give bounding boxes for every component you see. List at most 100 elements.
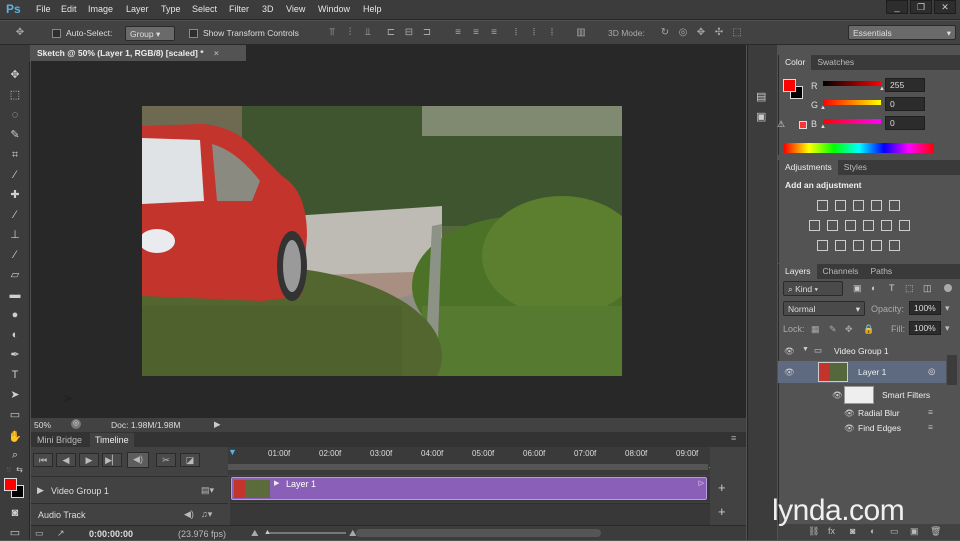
vibrance-icon[interactable]	[809, 220, 820, 231]
layer-row-radial-blur[interactable]: 👁 Radial Blur ≡	[778, 406, 946, 421]
align-left-icon[interactable]: ⊏	[385, 27, 397, 39]
gradient-triangle-icon[interactable]	[889, 200, 900, 211]
filter-options-icon[interactable]: ≡	[928, 422, 933, 432]
eraser-tool-icon[interactable]: ▱	[7, 267, 23, 283]
foreground-color-swatch[interactable]	[4, 478, 17, 491]
auto-align-icon[interactable]: ▥	[575, 27, 587, 39]
visibility-eye-icon[interactable]: 👁	[844, 408, 855, 419]
layer-row-video-group[interactable]: 👁 ▼ ▭ Video Group 1	[778, 341, 946, 361]
auto-select-checkbox[interactable]	[52, 29, 61, 38]
close-tab-icon[interactable]: ×	[214, 48, 219, 58]
channel-b-slider[interactable]	[823, 119, 881, 124]
tab-layers[interactable]: Layers	[779, 264, 817, 279]
distribute-top-icon[interactable]: ≡	[452, 27, 464, 39]
swap-colors-icon[interactable]: ◾ ⇆	[4, 465, 26, 475]
menu-filter[interactable]: Filter	[229, 4, 249, 14]
workspace-dropdown[interactable]: Essentials ▾	[848, 25, 956, 40]
canvas-image[interactable]	[142, 106, 622, 376]
3d-pan-icon[interactable]: ✥	[695, 27, 707, 39]
visibility-eye-icon[interactable]: 👁	[784, 346, 795, 357]
layers-scrollbar[interactable]	[947, 355, 957, 385]
history-brush-tool-icon[interactable]: ⁄	[7, 247, 23, 263]
add-media-video-icon[interactable]: +	[718, 480, 726, 495]
menu-select[interactable]: Select	[192, 4, 217, 14]
clip-expand-icon[interactable]: ▶	[274, 479, 279, 487]
timeline-zoom-slider[interactable]	[266, 532, 346, 534]
opacity-arrow-icon[interactable]: ▾	[945, 303, 950, 314]
filter-toggle[interactable]	[944, 284, 952, 292]
blend-mode-dropdown[interactable]: Normal ▾	[783, 301, 865, 316]
channel-r-value[interactable]: 255	[885, 78, 925, 92]
distribute-vcenter-icon[interactable]: ≡	[470, 27, 482, 39]
invert-icon[interactable]	[817, 240, 828, 251]
marquee-tool-icon[interactable]: ⬚	[7, 87, 23, 103]
visibility-eye-icon[interactable]: 👁	[784, 367, 795, 378]
panel-menu-icon[interactable]: ≡	[731, 433, 736, 443]
zoom-tool-icon[interactable]: ⌕	[7, 447, 23, 463]
document-tab[interactable]: Sketch @ 50% (Layer 1, RGB/8) [scaled] *…	[31, 45, 246, 61]
status-arrow-icon[interactable]: ▶	[214, 419, 221, 430]
brush-tool-icon[interactable]: ⁄	[7, 207, 23, 223]
distribute-left-icon[interactable]: ⦙	[510, 27, 522, 39]
quick-mask-icon[interactable]: ◙	[7, 505, 23, 521]
posterize-icon[interactable]	[835, 240, 846, 251]
lasso-tool-icon[interactable]: ◌	[7, 107, 23, 123]
distribute-bottom-icon[interactable]: ≡	[488, 27, 500, 39]
menu-help[interactable]: Help	[363, 4, 382, 14]
rectangle-tool-icon[interactable]: ▭	[7, 407, 23, 423]
new-layer-icon[interactable]: ▣	[910, 526, 919, 537]
mute-audio-icon[interactable]: ◀)	[127, 452, 149, 468]
audio-note-icon[interactable]: ♫▾	[201, 509, 212, 520]
align-vcenter-icon[interactable]: ⫶	[344, 27, 356, 39]
lock-position-icon[interactable]: ✥	[845, 324, 853, 335]
align-right-icon[interactable]: ⊐	[421, 27, 433, 39]
distribute-right-icon[interactable]: ⦙	[546, 27, 558, 39]
opacity-field[interactable]: 100%	[909, 301, 941, 315]
channel-b-value[interactable]: 0	[885, 116, 925, 130]
photo-filter-icon[interactable]	[881, 220, 892, 231]
channel-b-thumb-icon[interactable]: ▲	[820, 124, 826, 130]
align-bottom-icon[interactable]: ⫫	[362, 27, 374, 39]
add-media-audio-icon[interactable]: +	[718, 504, 726, 519]
menu-file[interactable]: File	[36, 4, 51, 14]
crop-tool-icon[interactable]: ⌗	[7, 147, 23, 163]
clip-end-icon[interactable]: ▷	[699, 479, 704, 487]
3d-scale-icon[interactable]: ⬚	[731, 27, 743, 39]
video-clip[interactable]: ▶ Layer 1 ▷	[231, 477, 707, 500]
tab-timeline[interactable]: Timeline	[90, 433, 134, 447]
timeline-scrollbar[interactable]	[356, 529, 601, 537]
lock-image-icon[interactable]: ✎	[829, 324, 837, 335]
show-transform-checkbox[interactable]	[189, 29, 198, 38]
gradient-map-icon[interactable]	[871, 240, 882, 251]
time-ruler[interactable]: 01:00f 02:00f 03:00f 04:00f 05:00f 06:00…	[228, 447, 710, 475]
type-tool-icon[interactable]: T	[7, 367, 23, 383]
lock-all-icon[interactable]: 🔒	[863, 324, 874, 335]
menu-3d[interactable]: 3D	[262, 4, 274, 14]
fill-arrow-icon[interactable]: ▾	[945, 323, 950, 334]
color-spectrum-ramp[interactable]	[784, 143, 934, 153]
visibility-eye-icon[interactable]: 👁	[832, 390, 843, 401]
levels-icon[interactable]	[835, 200, 846, 211]
color-balance-icon[interactable]	[845, 220, 856, 231]
zoom-slider-thumb-icon[interactable]: ▲	[264, 529, 271, 536]
color-panel-foreground[interactable]	[783, 79, 796, 92]
path-selection-tool-icon[interactable]: ➤	[7, 387, 23, 403]
auto-select-dropdown[interactable]: Group ▾	[125, 26, 175, 41]
layer-filter-dropdown[interactable]: ⌕ Kind ▾	[783, 281, 843, 296]
pen-tool-icon[interactable]: ✒	[7, 347, 23, 363]
dodge-tool-icon[interactable]: ◐	[7, 327, 23, 343]
render-video-icon[interactable]: ↗	[57, 528, 65, 539]
hue-saturation-icon[interactable]	[827, 220, 838, 231]
history-panel-icon[interactable]: ▤	[756, 90, 766, 103]
tab-color[interactable]: Color	[779, 55, 812, 70]
move-tool-icon[interactable]: ✥	[14, 27, 26, 39]
previous-frame-icon[interactable]: ◀	[56, 453, 76, 467]
group-collapse-icon[interactable]: ▼	[802, 346, 809, 353]
channel-g-value[interactable]: 0	[885, 97, 925, 111]
menu-view[interactable]: View	[286, 4, 305, 14]
curves-icon[interactable]	[853, 200, 864, 211]
actions-panel-icon[interactable]: ▣	[756, 110, 766, 123]
screen-mode-icon[interactable]: ▭	[7, 525, 23, 541]
delete-layer-icon[interactable]: 🗑	[930, 526, 941, 537]
status-menu-icon[interactable]: ◎	[71, 419, 81, 429]
